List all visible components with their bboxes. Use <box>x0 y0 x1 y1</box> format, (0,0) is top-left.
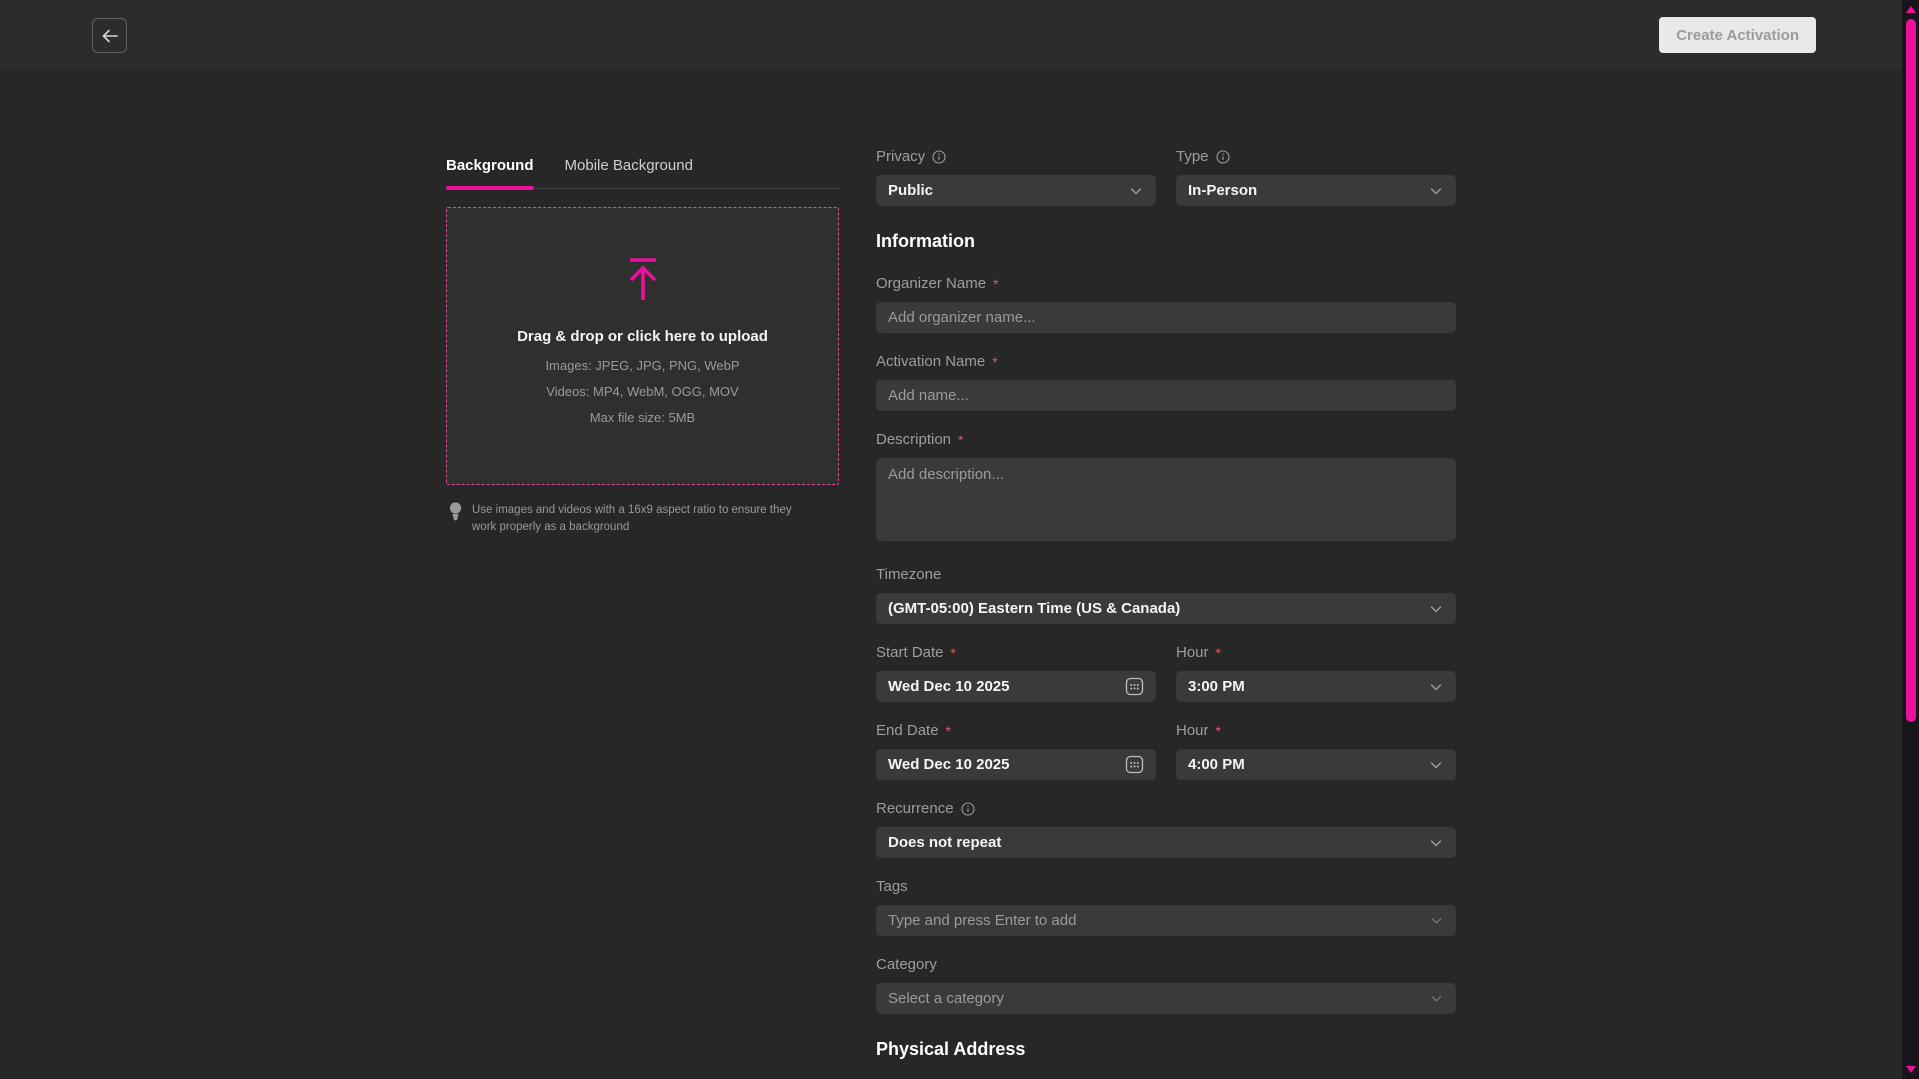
scrollbar-down-arrow-icon[interactable] <box>1906 1066 1916 1073</box>
background-upload-panel: Background Mobile Background Drag & drop… <box>446 157 839 1079</box>
chevron-down-icon <box>1429 913 1444 928</box>
info-icon <box>961 802 975 816</box>
chevron-down-icon <box>1128 183 1144 199</box>
dropzone-max-size: Max file size: 5MB <box>590 411 695 424</box>
required-asterisk: * <box>958 431 963 449</box>
chevron-down-icon <box>1428 679 1444 695</box>
upload-arrow-icon <box>620 256 666 302</box>
privacy-label: Privacy <box>876 148 1156 166</box>
tab-mobile-background[interactable]: Mobile Background <box>565 157 693 188</box>
organizer-name-label: Organizer Name * <box>876 275 1456 293</box>
dropzone-title: Drag & drop or click here to upload <box>517 328 768 346</box>
tags-label: Tags <box>876 878 1456 896</box>
category-label: Category <box>876 956 1456 974</box>
activation-name-label: Activation Name * <box>876 353 1456 371</box>
dropzone-videos-formats: Videos: MP4, WebM, OGG, MOV <box>546 385 738 398</box>
type-label: Type <box>1176 148 1456 166</box>
required-asterisk: * <box>993 275 998 293</box>
info-icon <box>1216 150 1230 164</box>
start-date-input[interactable]: Wed Dec 10 2025 <box>876 671 1156 702</box>
required-asterisk: * <box>992 353 997 371</box>
required-asterisk: * <box>1216 644 1221 662</box>
physical-address-heading: Physical Address <box>876 1039 1456 1059</box>
privacy-select[interactable]: Public <box>876 175 1156 206</box>
information-heading: Information <box>876 231 1456 251</box>
start-date-label: Start Date * <box>876 644 1156 662</box>
description-textarea[interactable] <box>876 458 1456 541</box>
end-date-label: End Date * <box>876 722 1156 740</box>
scrollbar-up-arrow-icon[interactable] <box>1906 6 1916 13</box>
top-bar: Create Activation <box>0 0 1919 69</box>
tab-background[interactable]: Background <box>446 157 534 188</box>
scrollbar-thumb[interactable] <box>1906 19 1916 722</box>
type-select[interactable]: In-Person <box>1176 175 1456 206</box>
background-tabs: Background Mobile Background <box>446 157 839 189</box>
recurrence-label: Recurrence <box>876 800 1456 818</box>
tags-input[interactable]: Type and press Enter to add <box>876 905 1456 936</box>
required-asterisk: * <box>1216 722 1221 740</box>
create-activation-button[interactable]: Create Activation <box>1659 17 1816 53</box>
activation-name-input[interactable] <box>876 380 1456 411</box>
page-scrollbar[interactable] <box>1902 0 1919 1079</box>
required-asterisk: * <box>946 722 951 740</box>
arrow-left-icon <box>100 26 120 46</box>
calendar-icon <box>1125 755 1144 774</box>
chevron-down-icon <box>1428 601 1444 617</box>
end-hour-select[interactable]: 4:00 PM <box>1176 749 1456 780</box>
lightbulb-icon <box>449 502 462 535</box>
main-content: Background Mobile Background Drag & drop… <box>0 69 1902 1079</box>
timezone-select[interactable]: (GMT-05:00) Eastern Time (US & Canada) <box>876 593 1456 624</box>
upload-dropzone[interactable]: Drag & drop or click here to upload Imag… <box>446 207 839 485</box>
organizer-name-input[interactable] <box>876 302 1456 333</box>
end-hour-label: Hour * <box>1176 722 1456 740</box>
chevron-down-icon <box>1428 835 1444 851</box>
required-asterisk: * <box>951 644 956 662</box>
back-button[interactable] <box>92 18 127 53</box>
category-select[interactable]: Select a category <box>876 983 1456 1014</box>
chevron-down-icon <box>1428 183 1444 199</box>
end-date-input[interactable]: Wed Dec 10 2025 <box>876 749 1156 780</box>
tip-text: Use images and videos with a 16x9 aspect… <box>472 502 802 535</box>
calendar-icon <box>1125 677 1144 696</box>
activation-form: Privacy Public Type <box>876 148 1456 1079</box>
description-label: Description * <box>876 431 1456 449</box>
chevron-down-icon <box>1428 757 1444 773</box>
aspect-ratio-tip: Use images and videos with a 16x9 aspect… <box>446 502 839 535</box>
info-icon <box>932 150 946 164</box>
start-hour-label: Hour * <box>1176 644 1456 662</box>
start-hour-select[interactable]: 3:00 PM <box>1176 671 1456 702</box>
chevron-down-icon <box>1429 991 1444 1006</box>
dropzone-images-formats: Images: JPEG, JPG, PNG, WebP <box>545 359 739 372</box>
timezone-label: Timezone <box>876 566 1456 584</box>
recurrence-select[interactable]: Does not repeat <box>876 827 1456 858</box>
